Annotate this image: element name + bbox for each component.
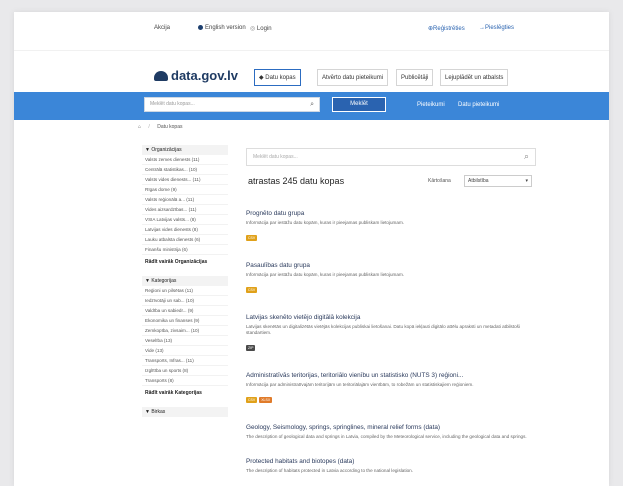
facet-item[interactable]: Transports (8) [142, 376, 228, 386]
facet-item[interactable]: Valsts reģionālā a... (11) [142, 195, 228, 205]
facet-item[interactable]: Vide (13) [142, 346, 228, 356]
format-badges: CSV [246, 278, 536, 296]
language-label: English version [205, 25, 246, 31]
login-link[interactable]: →Pieslēgties [479, 25, 514, 31]
dataset-title-link[interactable]: Protected habitats and biotopes (data) [246, 458, 536, 465]
sort-value: Atbilstība [468, 178, 489, 184]
login-label: Pieslēgties [485, 25, 515, 31]
facet-item[interactable]: Transports, Infras... (11) [142, 356, 228, 366]
facet-item[interactable]: Latvijas vides dienests (8) [142, 225, 228, 235]
data-requests-link[interactable]: Datu pieteikumi [458, 102, 499, 108]
chevron-down-icon: ▾ [525, 178, 528, 184]
nav-tab-requests[interactable]: Atvērto datu pieteikumi [317, 69, 389, 86]
nav-tab-label: Datu kopas [265, 75, 296, 81]
dataset-description: The description of geological data and s… [246, 434, 527, 439]
search-button[interactable]: Meklēt [332, 97, 386, 112]
breadcrumb-current[interactable]: Datu kopas [157, 124, 182, 130]
dataset-search-input[interactable]: Meklēt datu kopas... ⌕ [246, 148, 536, 166]
facet-item[interactable]: Rīgas dome (9) [142, 185, 228, 195]
header-search-input[interactable]: Meklēt datu kopas... ⌕ [144, 97, 320, 112]
facet-item[interactable]: Centrālā statistikas... (10) [142, 165, 228, 175]
show-more-categories-link[interactable]: Rādīt vairāk Kategorijas [142, 386, 228, 404]
facet-item[interactable]: VSIA Latvijas valsts... (8) [142, 215, 228, 225]
facet-item[interactable]: Lauku atbalsta dienests (6) [142, 235, 228, 245]
facet-item[interactable]: Reģioni un pilsētas (11) [142, 286, 228, 296]
format-badge[interactable]: CSV [246, 397, 258, 403]
nav-tab-datasets[interactable]: ◆ Datu kopas [254, 69, 301, 86]
dataset-title-link[interactable]: Prognēto datu grupa [246, 210, 536, 217]
register-label: Reģistrēties [433, 26, 465, 32]
dataset-item: Pasaulības datu grupa Informācija par ies… [246, 262, 536, 296]
search-icon[interactable]: ⌕ [310, 101, 314, 108]
top-bar: Akcija English version ◎ Login ⊕Reģistrē… [14, 12, 609, 51]
dataset-title-link[interactable]: Administratīvās teritorijas, teritoriālo… [246, 372, 536, 379]
facet-item[interactable]: Veselība (13) [142, 336, 228, 346]
results-main: Meklēt datu kopas... ⌕ atrastas 245 datu… [246, 148, 536, 474]
facet-item[interactable]: Vides aizsardzības... (11) [142, 205, 228, 215]
top-link-action[interactable]: Akcija [154, 25, 170, 31]
facet-sidebar: ▼ Organizācijas Valsts zemes dienests (1… [142, 142, 228, 417]
results-count: atrastas 245 datu kopas [248, 176, 345, 186]
top-link-login[interactable]: ◎ Login [250, 25, 272, 32]
nav-tab-publishers[interactable]: Publicētāji [396, 69, 434, 86]
home-icon[interactable]: ⌂ [138, 124, 141, 130]
format-badges: ZIP [246, 336, 536, 354]
facet-item[interactable]: Finanšu ministrija (6) [142, 245, 228, 255]
format-badge[interactable]: CSV [246, 235, 258, 241]
site-logo[interactable]: data.gov.lv [154, 68, 238, 83]
dataset-item: Prognēto datu grupa Informācija par iestā… [246, 210, 536, 244]
dataset-item: Latvijas skenēto vietējo digitālā kolekc… [246, 314, 536, 354]
register-link[interactable]: ⊕Reģistrēties [428, 25, 465, 32]
format-badges: CSV XLSX [246, 388, 536, 406]
facet-item[interactable]: Ekonomika un finanses (9) [142, 316, 228, 326]
show-more-organizations-link[interactable]: Rādīt vairāk Organizācijas [142, 255, 228, 273]
format-badges: CSV [246, 226, 536, 244]
logo-text: data.gov.lv [171, 68, 238, 83]
nav-tab-label: Atvērto datu pieteikumi [322, 75, 384, 81]
search-band: Meklēt datu kopas... ⌕ Meklēt Pieteikumi… [14, 92, 609, 120]
breadcrumb: ⌂ / Datu kopas [138, 124, 183, 130]
facet-item[interactable]: Izglītība un sports (8) [142, 366, 228, 376]
nav-tab-label: Publicētāji [401, 75, 429, 81]
requests-link[interactable]: Pieteikumi [417, 102, 445, 108]
facet-item[interactable]: Valsts vides dienests... (11) [142, 175, 228, 185]
search-icon[interactable]: ⌕ [524, 152, 529, 161]
facet-item[interactable]: Zemkopība, zivsaim... (10) [142, 326, 228, 336]
sort-label: Kārtošana [428, 178, 451, 184]
dataset-item: Administratīvās teritorijas, teritoriālo… [246, 372, 536, 406]
cloud-logo-icon [154, 71, 168, 81]
dataset-title-link[interactable]: Geology, Seismology, springs, springline… [246, 424, 536, 431]
nav-tab-support[interactable]: Lejuplādēt un atbalsts [440, 69, 509, 86]
breadcrumb-separator: / [148, 124, 150, 130]
dataset-description: Latvijas skenētās un digitalizētās vietē… [246, 324, 520, 335]
dataset-title-link[interactable]: Pasaulības datu grupa [246, 262, 536, 269]
facet-title-tags[interactable]: ▼ Birkas [142, 407, 228, 417]
dataset-title-link[interactable]: Latvijas skenēto vietējo digitālā kolekc… [246, 314, 536, 321]
language-link[interactable]: English version [198, 25, 246, 31]
sort-select[interactable]: Atbilstība ▾ [464, 175, 532, 187]
browser-page: Akcija English version ◎ Login ⊕Reģistrē… [14, 12, 609, 486]
globe-icon [198, 25, 203, 30]
facet-item[interactable]: Valsts zemes dienests (11) [142, 155, 228, 165]
dataset-item: Geology, Seismology, springs, springline… [246, 424, 536, 440]
results-toolbar: atrastas 245 datu kopas Kārtošana Atbils… [246, 174, 536, 194]
nav-tab-label: Lejuplādēt un atbalsts [445, 75, 504, 81]
format-badge[interactable]: XLSX [259, 397, 273, 403]
dataset-search-placeholder: Meklēt datu kopas... [253, 154, 298, 160]
facet-item[interactable]: Valdība un sabiedr... (9) [142, 306, 228, 316]
dataset-list: Prognēto datu grupa Informācija par iestā… [246, 210, 536, 474]
format-badge[interactable]: CSV [246, 287, 258, 293]
dataset-item: Protected habitats and biotopes (data) Th… [246, 458, 536, 474]
header-search-placeholder: Meklēt datu kopas... [150, 101, 195, 107]
facet-title-organizations[interactable]: ▼ Organizācijas [142, 145, 228, 155]
facet-item[interactable]: Iedzīvotāji un sab... (10) [142, 296, 228, 306]
top-login-label: Login [256, 26, 272, 32]
format-badge[interactable]: ZIP [246, 345, 256, 351]
dataset-description: The description of habitats protected in… [246, 468, 414, 473]
user-icon: ◎ [250, 26, 257, 32]
facet-title-categories[interactable]: ▼ Kategorijas [142, 276, 228, 286]
